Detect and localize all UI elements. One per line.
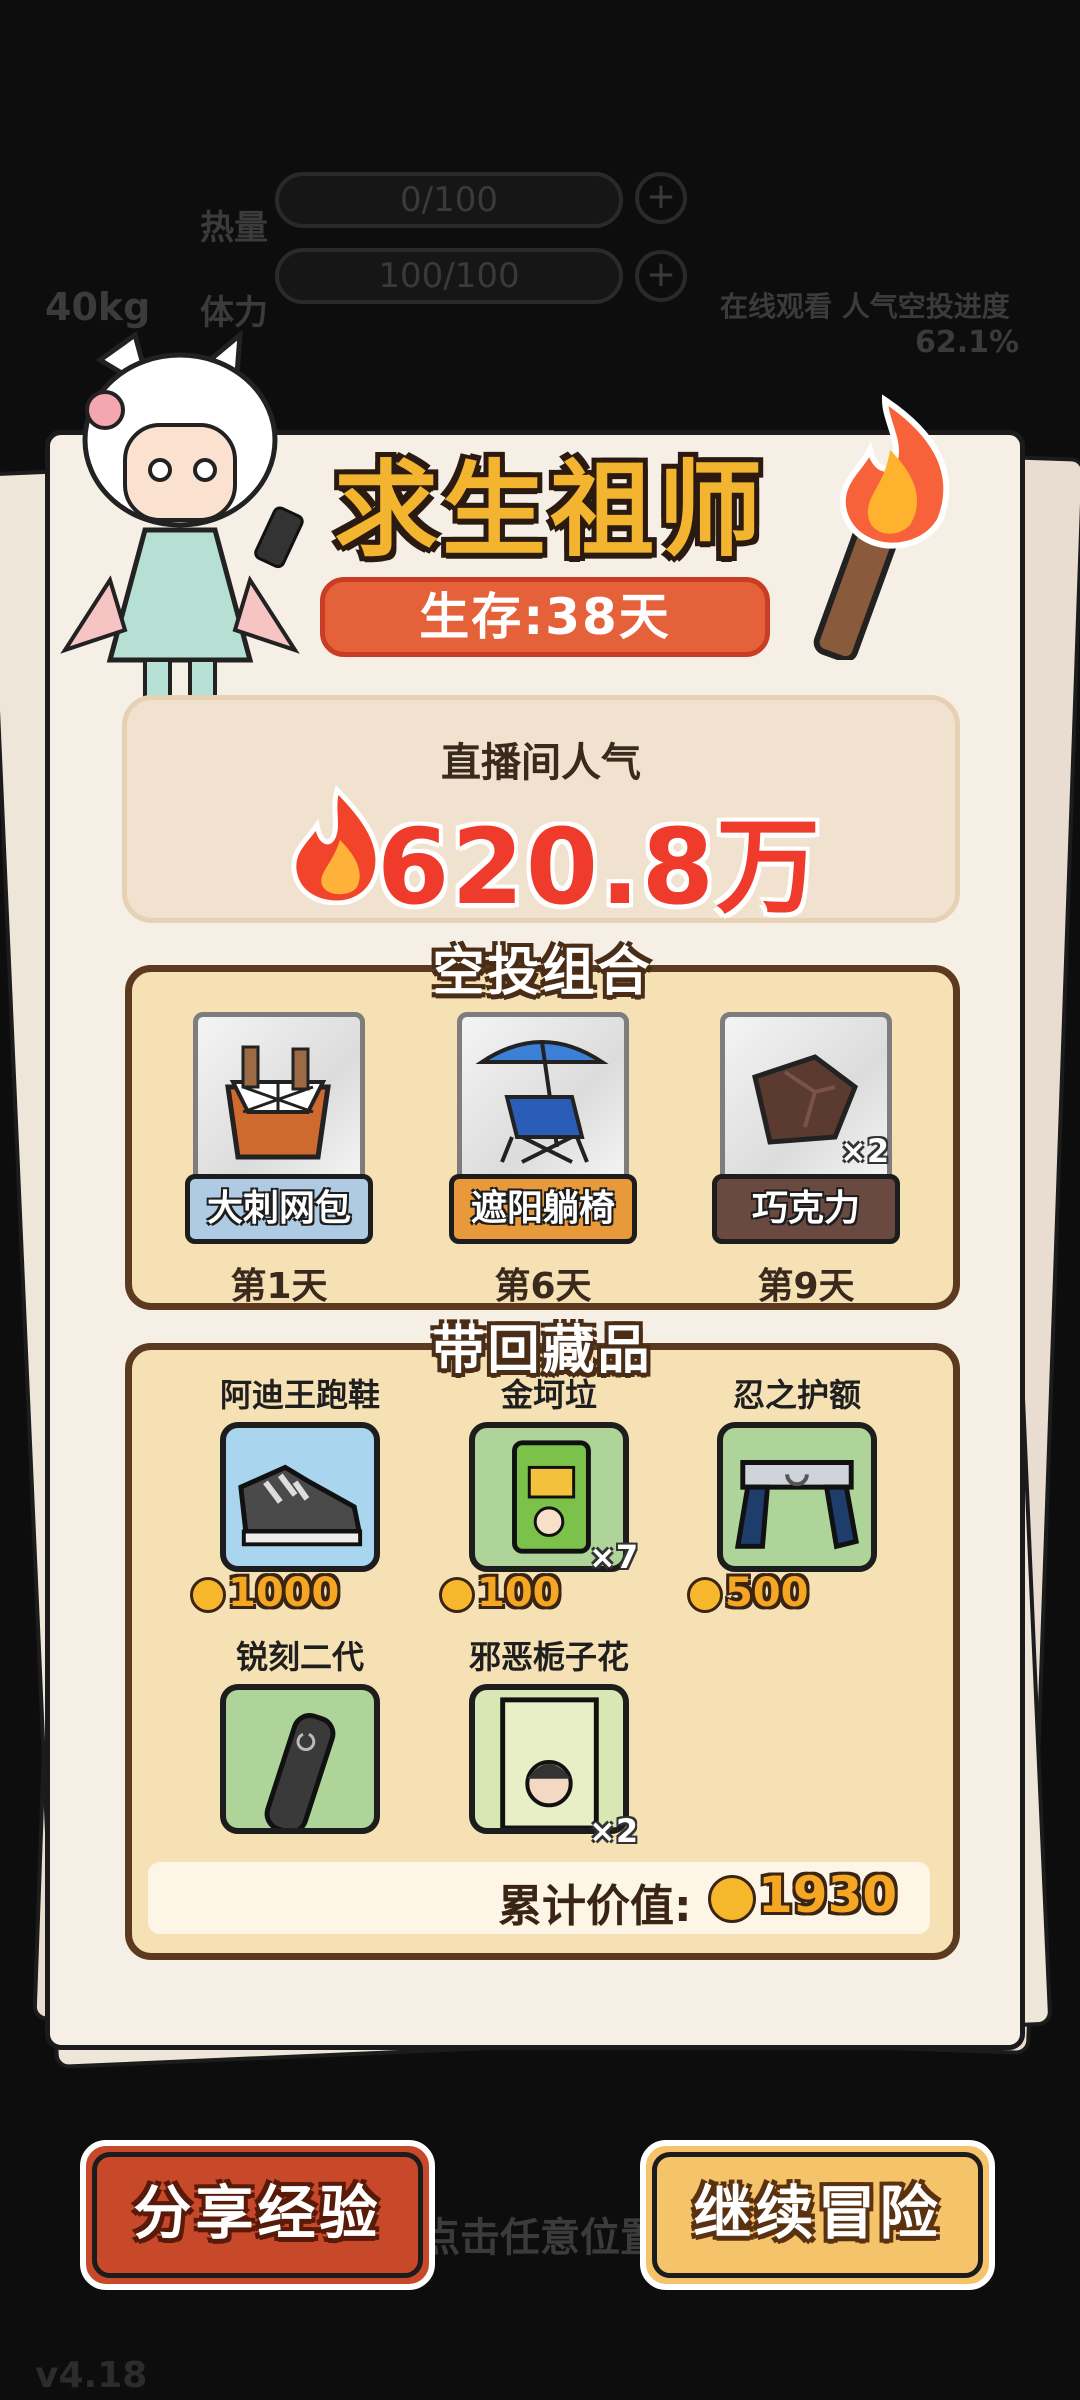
fire-icon xyxy=(291,785,381,905)
coin-icon xyxy=(190,1577,226,1613)
heat-value: 0/100 xyxy=(400,180,498,220)
total-value-label: 累计价值: xyxy=(498,1881,692,1932)
collection-item-name: 忍之护额 xyxy=(732,1376,861,1414)
weight-text: 40kg xyxy=(45,285,151,329)
collection-item[interactable]: 忍之护额 500 xyxy=(687,1370,907,1630)
stamina-bar: 100/100 xyxy=(275,248,623,304)
heat-label: 热量 xyxy=(200,208,268,248)
airdrop-panel-title: 空投组合 xyxy=(432,943,653,1003)
sneaker-icon xyxy=(238,1464,363,1547)
airdrop-item-day: 第1天 xyxy=(230,1266,328,1307)
stamina-label: 体力 xyxy=(200,293,268,333)
net-bag-icon xyxy=(225,1045,331,1160)
popularity-label: 直播间人气 xyxy=(441,740,641,786)
popularity-box: 直播间人气 620.8万 xyxy=(122,695,960,928)
vape-icon xyxy=(264,1713,336,1828)
watch-text: 在线观看 人气空投进度 xyxy=(720,290,1010,323)
collection-item-price: 500 xyxy=(687,1570,809,1616)
title: 求生祖师 xyxy=(333,449,766,571)
collection-item-name: 阿迪王跑鞋 xyxy=(219,1376,380,1414)
coin-icon xyxy=(708,1874,756,1923)
heat-bar: 0/100 xyxy=(275,172,623,228)
stamina-plus-icon: + xyxy=(635,250,687,302)
collection-item-name: 邪恶栀子花 xyxy=(468,1638,629,1676)
collection-item-qty: ×7 xyxy=(589,1538,639,1576)
beach-chair-icon xyxy=(475,1040,609,1164)
share-experience-button[interactable]: 分享经验 xyxy=(80,2140,435,2290)
survival-days-badge: 生存:38天 xyxy=(320,577,770,657)
collection-item-price: 100 xyxy=(439,1570,561,1616)
collection-item[interactable]: 邪恶栀子花 ×2 xyxy=(439,1632,659,1880)
coin-icon xyxy=(687,1577,723,1613)
airdrop-progress: 62.1% xyxy=(915,325,1020,360)
collection-item[interactable]: 金坷垃 ×7 100 xyxy=(439,1370,659,1630)
stamina-value: 100/100 xyxy=(378,256,520,296)
collection-item-qty: ×2 xyxy=(589,1812,639,1850)
collection-item-price: 1000 xyxy=(190,1570,339,1616)
total-value: 1930 xyxy=(708,1866,897,1924)
total-value-bar: 累计价值: 1930 xyxy=(148,1862,930,1934)
torch-icon xyxy=(813,394,950,660)
collection-item[interactable]: 锐刻二代 xyxy=(190,1632,410,1880)
airdrop-panel: 空投组合 大刺网包 第1天 遮阳躺椅 第6天 ×2 巧克力 第9天 xyxy=(125,943,960,1310)
share-experience-label: 分享经验 xyxy=(133,2179,382,2247)
version-label: v4.18 xyxy=(35,2355,148,2396)
airdrop-item-day: 第6天 xyxy=(494,1266,592,1307)
airdrop-item-name: 大刺网包 xyxy=(185,1174,373,1244)
collection-item-name: 锐刻二代 xyxy=(235,1638,364,1676)
collection-scroll-area[interactable]: 阿迪王跑鞋 1000 金坷垃 ×7 100 忍之护额 500 锐刻二代 邪恶栀子… xyxy=(132,1370,953,1880)
coin-icon xyxy=(439,1577,475,1613)
continue-adventure-label: 继续冒险 xyxy=(693,2179,942,2247)
collection-item[interactable]: 阿迪王跑鞋 1000 xyxy=(190,1370,410,1630)
heat-plus-icon: + xyxy=(635,172,687,224)
airdrop-item-name: 巧克力 xyxy=(712,1174,900,1244)
ninja-headband-icon xyxy=(734,1460,859,1550)
airdrop-item-qty: ×2 xyxy=(840,1132,890,1170)
character-icon xyxy=(60,330,304,722)
airdrop-item-name: 遮阳躺椅 xyxy=(449,1174,637,1244)
popularity-value: 620.8万 xyxy=(377,806,822,928)
poster-icon xyxy=(500,1697,599,1828)
airdrop-item-day: 第9天 xyxy=(757,1266,855,1307)
continue-adventure-button[interactable]: 继续冒险 xyxy=(640,2140,995,2290)
collection-item-name: 金坷垃 xyxy=(500,1376,597,1414)
